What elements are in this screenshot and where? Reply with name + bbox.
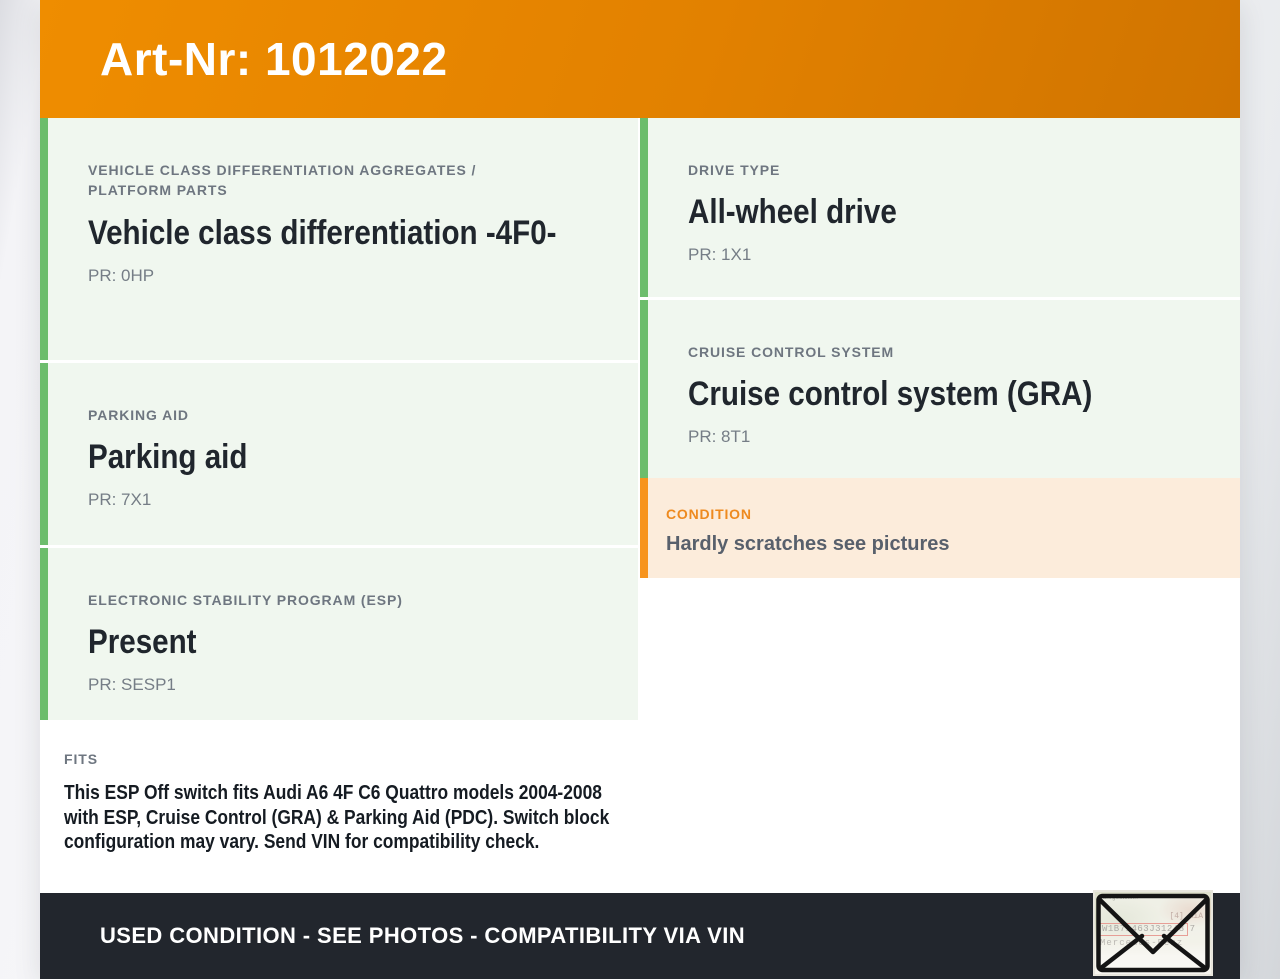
- feature-label: VEHICLE CLASS DIFFERENTIATION AGGREGATES…: [88, 162, 477, 199]
- header: Art-Nr: 1012022: [40, 0, 1240, 118]
- footer-text: USED CONDITION - SEE PHOTOS - COMPATIBIL…: [100, 923, 746, 948]
- feature-pr-code: PR: 8T1: [688, 427, 751, 447]
- footer-banner: USED CONDITION - SEE PHOTOS - COMPATIBIL…: [40, 893, 1240, 979]
- content-area: VEHICLE CLASS DIFFERENTIATION AGGREGATES…: [40, 118, 1240, 893]
- feature-label: DRIVE TYPE: [688, 162, 781, 178]
- feature-title: Vehicle class differentiation -4F0-: [88, 213, 557, 252]
- registration-document-thumbnail: Fahrgestellnr. [4] AiA W1B71463J312487 M…: [1093, 890, 1213, 976]
- article-number-title: Art-Nr: 1012022: [100, 33, 448, 85]
- feature-title: Parking aid: [88, 438, 248, 477]
- left-column: VEHICLE CLASS DIFFERENTIATION AGGREGATES…: [40, 118, 638, 893]
- feature-pr-code: PR: 0HP: [88, 265, 155, 285]
- fits-description: This ESP Off switch fits Audi A6 4F C6 Q…: [64, 782, 610, 854]
- feature-label: ELECTRONIC STABILITY PROGRAM (ESP): [88, 592, 403, 608]
- feature-title: Present: [88, 623, 197, 662]
- fits-card: FITS This ESP Off switch fits Audi A6 4F…: [40, 723, 638, 893]
- condition-card: CONDITION Hardly scratches see pictures: [640, 478, 1240, 578]
- product-listing-card: Art-Nr: 1012022 VEHICLE CLASS DIFFERENTI…: [40, 0, 1240, 979]
- feature-card-drive-type: DRIVE TYPE All-wheel drive PR: 1X1: [640, 118, 1240, 297]
- feature-label: CRUISE CONTROL SYSTEM: [688, 344, 895, 360]
- right-column: DRIVE TYPE All-wheel drive PR: 1X1 CRUIS…: [640, 118, 1240, 893]
- feature-card-vehicle-class: VEHICLE CLASS DIFFERENTIATION AGGREGATES…: [40, 118, 638, 360]
- feature-title: Cruise control system (GRA): [688, 375, 1093, 414]
- page-background: Art-Nr: 1012022 VEHICLE CLASS DIFFERENTI…: [0, 0, 1280, 979]
- envelope-icon: [1096, 893, 1210, 973]
- feature-pr-code: PR: SESP1: [88, 675, 176, 695]
- feature-card-cruise-control: CRUISE CONTROL SYSTEM Cruise control sys…: [640, 300, 1240, 478]
- fits-label: FITS: [64, 751, 98, 767]
- feature-title: All-wheel drive: [688, 193, 897, 232]
- feature-card-esp: ELECTRONIC STABILITY PROGRAM (ESP) Prese…: [40, 548, 638, 720]
- feature-pr-code: PR: 7X1: [88, 490, 152, 510]
- feature-pr-code: PR: 1X1: [688, 245, 752, 265]
- condition-value: Hardly scratches see pictures: [666, 533, 950, 556]
- feature-label: PARKING AID: [88, 407, 189, 423]
- condition-label: CONDITION: [666, 506, 752, 522]
- feature-card-parking-aid: PARKING AID Parking aid PR: 7X1: [40, 363, 638, 545]
